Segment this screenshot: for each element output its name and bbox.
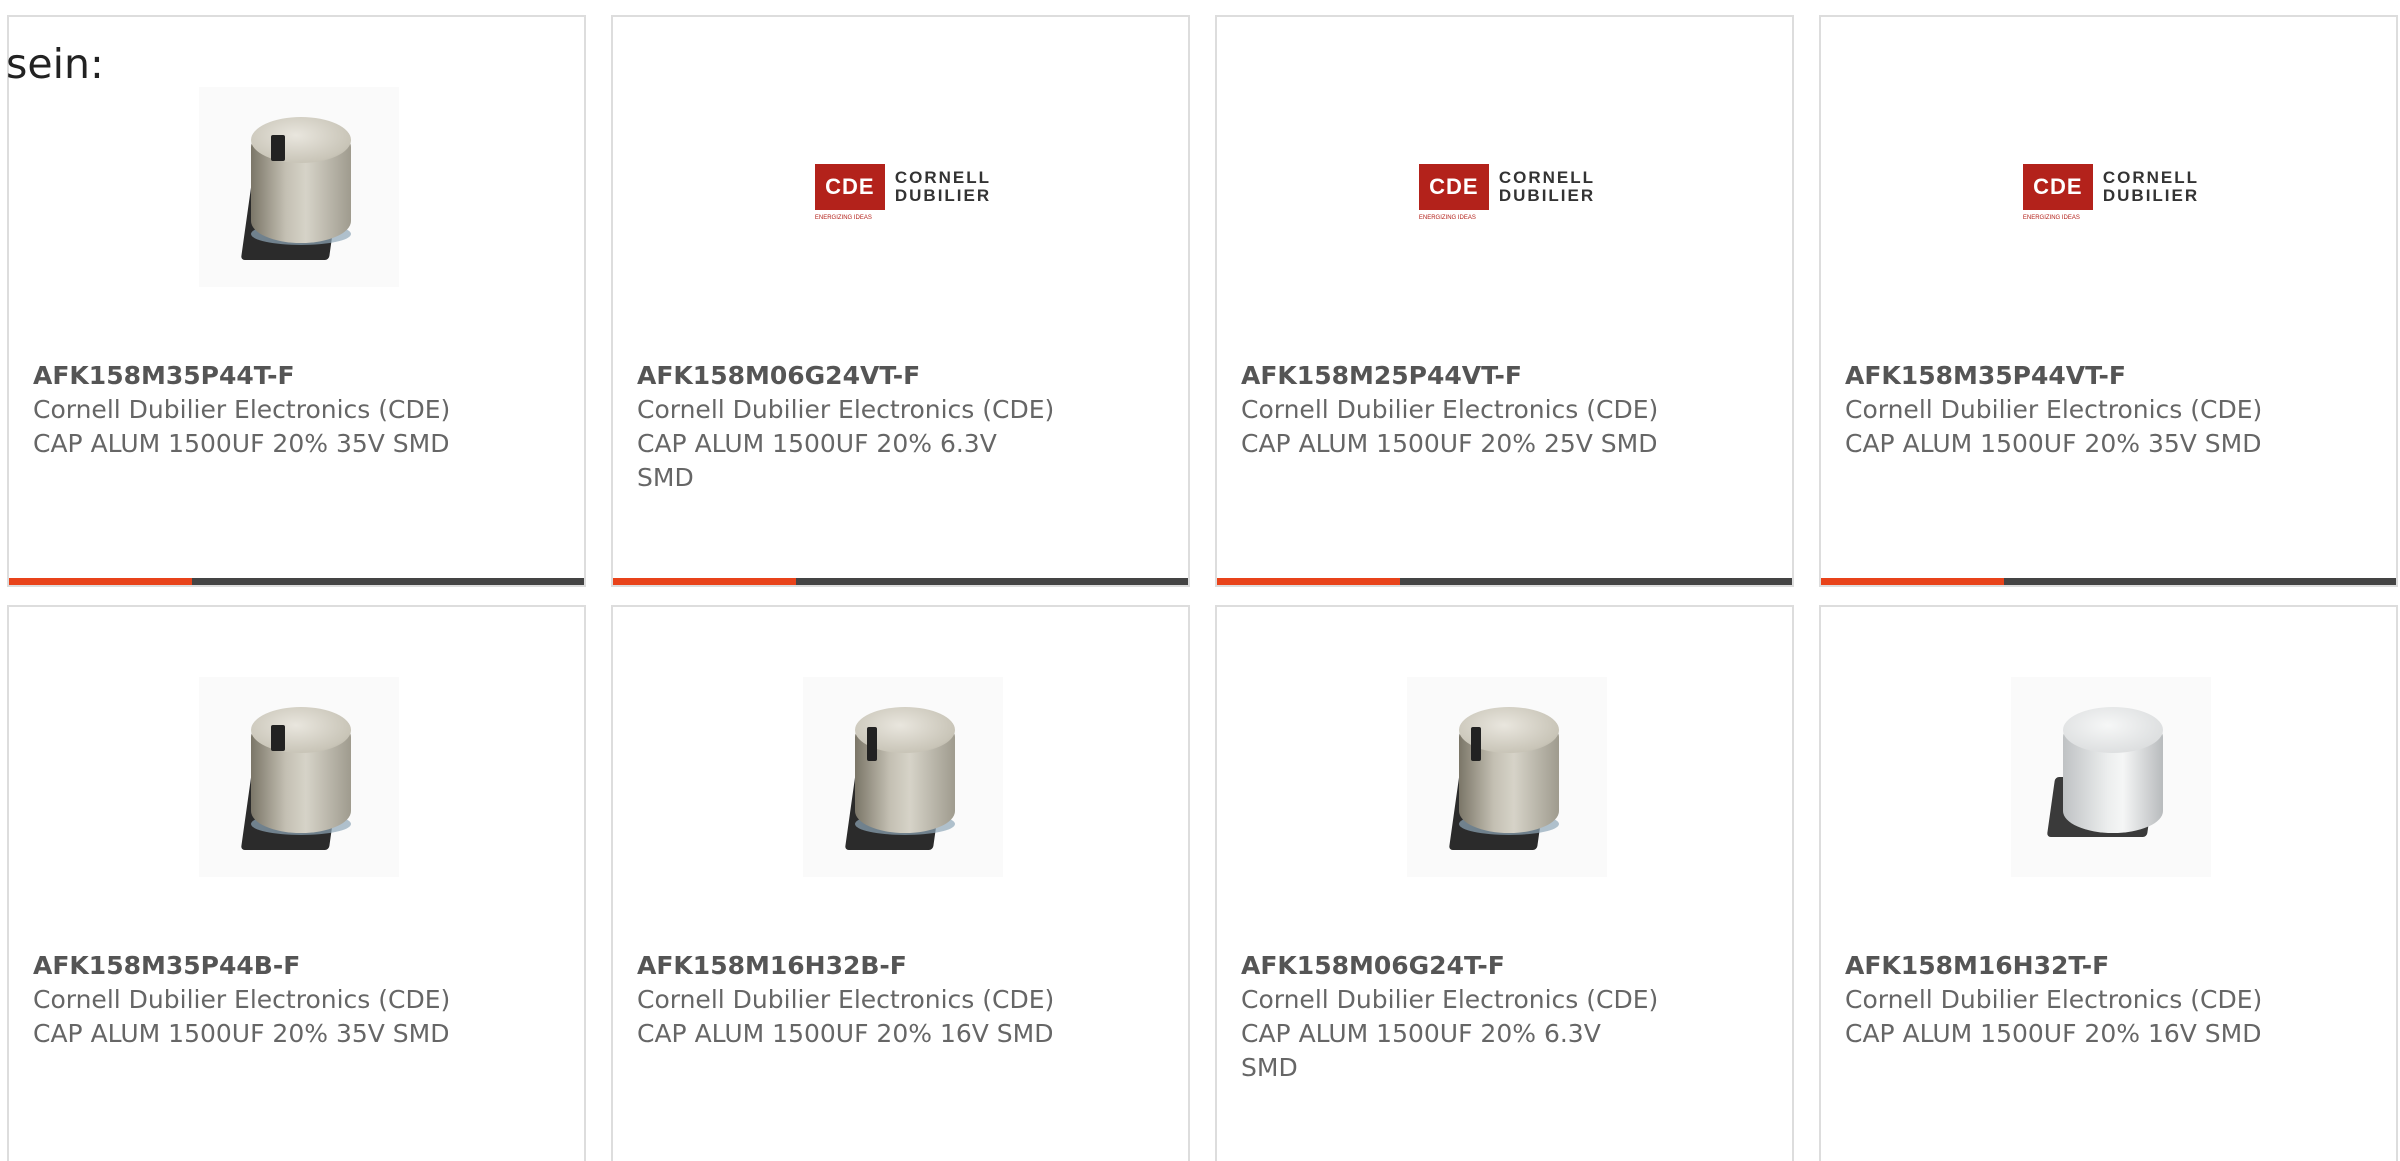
part-number-link[interactable]: AFK158M35P44T-F — [33, 359, 473, 393]
manufacturer-name: Cornell Dubilier Electronics (CDE) — [1241, 395, 1659, 424]
product-image[interactable]: CDE ENERGIZING IDEAS CORNELL DUBILIER — [803, 87, 1003, 287]
product-card[interactable]: AFK158M35P44T-F Cornell Dubilier Electro… — [7, 15, 586, 587]
product-description: CAP ALUM 1500UF 20% 35V SMD — [1845, 429, 2262, 458]
product-card[interactable]: AFK158M06G24T-F Cornell Dubilier Electro… — [1215, 605, 1794, 1161]
cde-logo: CDE ENERGIZING IDEAS CORNELL DUBILIER — [814, 164, 992, 221]
product-description: CAP ALUM 1500UF 20% 35V SMD — [33, 1019, 450, 1048]
capacitor-image — [803, 677, 1003, 877]
part-number-link[interactable]: AFK158M06G24VT-F — [637, 359, 1077, 393]
card-accent-bar — [613, 578, 796, 585]
logo-badge-text: CDE — [825, 174, 875, 199]
product-description: CAP ALUM 1500UF 20% 6.3V SMD — [637, 429, 997, 492]
capacitor-image — [199, 677, 399, 877]
manufacturer-name: Cornell Dubilier Electronics (CDE) — [33, 985, 451, 1014]
product-info: AFK158M16H32T-F Cornell Dubilier Electro… — [1845, 949, 2285, 1051]
card-accent-bar — [1821, 578, 2004, 585]
logo-line2: DUBILIER — [1498, 186, 1596, 205]
product-image[interactable] — [199, 677, 399, 877]
product-image[interactable] — [2011, 677, 2211, 877]
logo-tagline: ENERGIZING IDEAS — [1418, 215, 1476, 221]
page: sein: AFK158M35P44T-F Cornell Dubilier E… — [0, 0, 2400, 1161]
card-bottom-bar — [1821, 578, 2396, 585]
capacitor-image — [1407, 677, 1607, 877]
logo-line1: CORNELL — [894, 168, 992, 187]
product-info: AFK158M35P44T-F Cornell Dubilier Electro… — [33, 359, 473, 461]
logo-line1: CORNELL — [1498, 168, 1596, 187]
part-number-link[interactable]: AFK158M16H32B-F — [637, 949, 1077, 983]
product-info: AFK158M35P44VT-F Cornell Dubilier Electr… — [1845, 359, 2285, 461]
logo-badge-text: CDE — [1429, 174, 1479, 199]
manufacturer-name: Cornell Dubilier Electronics (CDE) — [1845, 985, 2263, 1014]
product-info: AFK158M35P44B-F Cornell Dubilier Electro… — [33, 949, 473, 1051]
logo-line2: DUBILIER — [2102, 186, 2200, 205]
logo-tagline: ENERGIZING IDEAS — [2022, 215, 2080, 221]
product-description: CAP ALUM 1500UF 20% 16V SMD — [1845, 1019, 2262, 1048]
product-image[interactable]: CDE ENERGIZING IDEAS CORNELL DUBILIER — [1407, 87, 1607, 287]
part-number-link[interactable]: AFK158M06G24T-F — [1241, 949, 1681, 983]
logo-badge-text: CDE — [2033, 174, 2083, 199]
cde-logo: CDE ENERGIZING IDEAS CORNELL DUBILIER — [1418, 164, 1596, 221]
logo-line2: DUBILIER — [894, 186, 992, 205]
product-card[interactable]: CDE ENERGIZING IDEAS CORNELL DUBILIER AFK1… — [1819, 15, 2398, 587]
part-number-link[interactable]: AFK158M16H32T-F — [1845, 949, 2285, 983]
product-info: AFK158M16H32B-F Cornell Dubilier Electro… — [637, 949, 1077, 1051]
logo-tagline: ENERGIZING IDEAS — [814, 215, 872, 221]
manufacturer-name: Cornell Dubilier Electronics (CDE) — [1845, 395, 2263, 424]
product-description: CAP ALUM 1500UF 20% 35V SMD — [33, 429, 450, 458]
part-number-link[interactable]: AFK158M35P44VT-F — [1845, 359, 2285, 393]
product-card[interactable]: AFK158M16H32T-F Cornell Dubilier Electro… — [1819, 605, 2398, 1161]
product-grid: AFK158M35P44T-F Cornell Dubilier Electro… — [7, 15, 2398, 1161]
product-image[interactable] — [1407, 677, 1607, 877]
manufacturer-name: Cornell Dubilier Electronics (CDE) — [637, 395, 1055, 424]
product-card[interactable]: CDE ENERGIZING IDEAS CORNELL DUBILIER AFK1… — [611, 15, 1190, 587]
product-description: CAP ALUM 1500UF 20% 16V SMD — [637, 1019, 1054, 1048]
capacitor-image — [2011, 677, 2211, 877]
card-bottom-bar — [1217, 578, 1792, 585]
intro-text: sein: — [6, 40, 104, 88]
product-image[interactable] — [199, 87, 399, 287]
product-card[interactable]: CDE ENERGIZING IDEAS CORNELL DUBILIER AFK1… — [1215, 15, 1794, 587]
capacitor-image — [199, 87, 399, 287]
cde-logo: CDE ENERGIZING IDEAS CORNELL DUBILIER — [2022, 164, 2200, 221]
card-accent-bar — [1217, 578, 1400, 585]
product-info: AFK158M06G24VT-F Cornell Dubilier Electr… — [637, 359, 1077, 495]
product-image[interactable]: CDE ENERGIZING IDEAS CORNELL DUBILIER — [2011, 87, 2211, 287]
card-accent-bar — [9, 578, 192, 585]
product-card[interactable]: AFK158M35P44B-F Cornell Dubilier Electro… — [7, 605, 586, 1161]
card-bottom-bar — [9, 578, 584, 585]
product-info: AFK158M06G24T-F Cornell Dubilier Electro… — [1241, 949, 1681, 1085]
part-number-link[interactable]: AFK158M25P44VT-F — [1241, 359, 1681, 393]
logo-line1: CORNELL — [2102, 168, 2200, 187]
product-description: CAP ALUM 1500UF 20% 6.3V SMD — [1241, 1019, 1601, 1082]
part-number-link[interactable]: AFK158M35P44B-F — [33, 949, 473, 983]
product-description: CAP ALUM 1500UF 20% 25V SMD — [1241, 429, 1658, 458]
product-info: AFK158M25P44VT-F Cornell Dubilier Electr… — [1241, 359, 1681, 461]
manufacturer-name: Cornell Dubilier Electronics (CDE) — [1241, 985, 1659, 1014]
product-image[interactable] — [803, 677, 1003, 877]
manufacturer-name: Cornell Dubilier Electronics (CDE) — [637, 985, 1055, 1014]
card-bottom-bar — [613, 578, 1188, 585]
manufacturer-name: Cornell Dubilier Electronics (CDE) — [33, 395, 451, 424]
product-card[interactable]: AFK158M16H32B-F Cornell Dubilier Electro… — [611, 605, 1190, 1161]
